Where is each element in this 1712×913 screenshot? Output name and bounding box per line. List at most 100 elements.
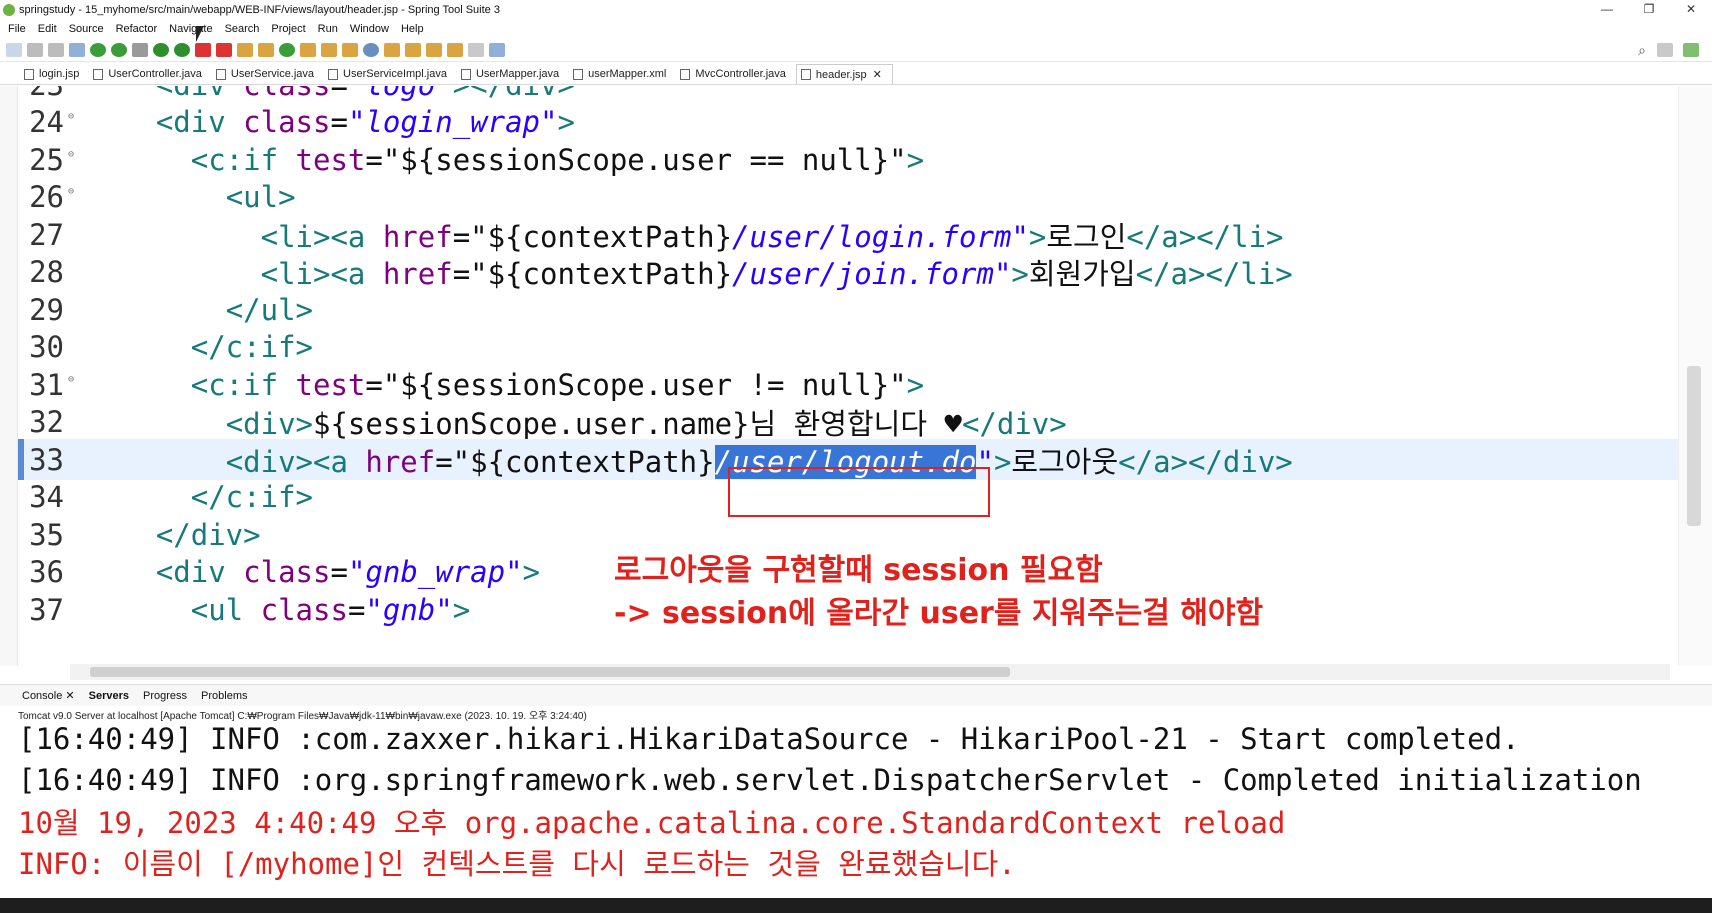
tab-userservice-java[interactable]: UserService.java: [212, 64, 324, 84]
xml-file-icon: [573, 68, 584, 80]
debug-icon[interactable]: [153, 42, 169, 57]
console-line: [16:40:49] INFO :com.zaxxer.hikari.Hikar…: [18, 721, 1520, 756]
horizontal-scrollbar[interactable]: [70, 664, 1670, 680]
scroll-thumb[interactable]: [1687, 366, 1701, 526]
line-number: 30: [29, 330, 64, 364]
prev-annotation-icon[interactable]: [405, 42, 421, 57]
next-annotation-icon[interactable]: [384, 42, 400, 57]
minimize-button[interactable]: —: [1586, 0, 1628, 18]
code-text: </c:if>: [190, 480, 313, 514]
tab-servers[interactable]: Servers: [89, 690, 129, 702]
code-line[interactable]: 24 ⊖ <div class="login_wrap">: [18, 102, 1678, 143]
save-icon[interactable]: [27, 42, 43, 57]
console-icon[interactable]: [69, 42, 85, 57]
menu-window[interactable]: Window: [345, 23, 394, 35]
tab-mvccontroller-java[interactable]: MvcController.java: [676, 64, 795, 84]
tab-usermapper-java[interactable]: UserMapper.java: [457, 64, 569, 84]
tab-problems[interactable]: Problems: [201, 690, 247, 702]
code-line[interactable]: 30 </c:if>: [18, 327, 1678, 368]
maximize-button[interactable]: ❐: [1628, 0, 1670, 18]
code-line[interactable]: 29 </ul>: [18, 289, 1678, 330]
line-number: 34: [29, 480, 64, 514]
tab-userserviceimpl-java[interactable]: UserServiceImpl.java: [324, 64, 457, 84]
open-type-icon[interactable]: [300, 42, 316, 57]
new-icon[interactable]: [6, 42, 22, 57]
menu-refactor[interactable]: Refactor: [111, 23, 163, 35]
line-number: 26 ⊖: [29, 180, 74, 214]
open-task-icon[interactable]: [321, 42, 337, 57]
code-text: <c:if test="${sessionScope.user == null}…: [190, 142, 925, 177]
code-line[interactable]: 31 ⊖ <c:if test="${sessionScope.user != n…: [18, 364, 1678, 405]
menu-edit[interactable]: Edit: [33, 23, 62, 35]
line-number: 29: [29, 292, 64, 327]
window-title: springstudy - 15_myhome/src/main/webapp/…: [19, 4, 500, 16]
tab-header-jsp[interactable]: header.jsp ✕: [795, 64, 893, 84]
last-edit-icon[interactable]: [426, 42, 442, 57]
run-icon[interactable]: [174, 42, 190, 57]
console-line: INFO: 이름이 [/myhome]인 컨텍스트를 다시 로드하는 것을 완료…: [18, 846, 1016, 881]
external-tools-icon[interactable]: [216, 42, 232, 57]
back-icon[interactable]: [447, 42, 463, 57]
code-text: <ul class="gnb">: [190, 592, 471, 627]
tab-label: userMapper.xml: [588, 68, 667, 80]
spring-perspective-icon[interactable]: [1683, 43, 1699, 57]
window-controls: — ❐ ✕: [1586, 0, 1712, 18]
tab-progress[interactable]: Progress: [143, 690, 187, 702]
console-output[interactable]: [16:40:49] INFO :com.zaxxer.hikari.Hikar…: [18, 718, 1678, 898]
console-tab-bar: Console ✕ Servers Progress Problems: [0, 684, 1712, 706]
tab-console[interactable]: Console ✕: [22, 689, 75, 702]
pin-editor-icon[interactable]: [489, 42, 505, 57]
line-number: 36: [29, 555, 64, 589]
java-file-icon: [680, 68, 691, 80]
tab-usercontroller-java[interactable]: UserController.java: [89, 64, 212, 84]
tab-login-jsp[interactable]: login.jsp: [20, 64, 89, 84]
tab-label: UserMapper.java: [475, 68, 560, 80]
search-icon[interactable]: ⌕: [1638, 42, 1646, 59]
forward-icon[interactable]: [468, 42, 484, 57]
code-line[interactable]: 26 ⊖ <ul>: [18, 177, 1678, 218]
tab-usermapper-xml[interactable]: userMapper.xml: [569, 64, 676, 84]
spring-boot-icon[interactable]: [90, 42, 106, 57]
fold-icon[interactable]: ⊖: [68, 111, 74, 122]
stop-icon[interactable]: [195, 42, 211, 57]
new-class-icon[interactable]: [279, 42, 295, 57]
jsp-file-icon: [800, 69, 811, 80]
refresh-icon[interactable]: [111, 42, 127, 57]
vertical-scrollbar[interactable]: [1678, 86, 1712, 666]
line-number: 25 ⊖: [29, 142, 74, 177]
menu-source[interactable]: Source: [64, 23, 109, 35]
fold-icon[interactable]: ⊖: [68, 149, 74, 160]
fold-icon[interactable]: ⊖: [68, 374, 74, 385]
fold-icon[interactable]: ⊖: [68, 186, 74, 197]
scroll-thumb[interactable]: [90, 667, 1010, 677]
close-button[interactable]: ✕: [1670, 0, 1712, 18]
line-number: 23: [18, 86, 68, 102]
close-tab-icon[interactable]: ✕: [873, 68, 882, 81]
java-file-icon: [328, 68, 339, 80]
code-line[interactable]: 25 ⊖ <c:if test="${sessionScope.user == n…: [18, 139, 1678, 180]
globe-icon[interactable]: [363, 42, 379, 57]
code-text: </div>: [155, 517, 261, 552]
annotation-line-1: 로그아웃을 구현할때 session 필요함: [614, 553, 1103, 588]
search-tool-icon[interactable]: [342, 42, 358, 57]
code-line[interactable]: 32 <div>${sessionScope.user.name}님 환영합니다…: [18, 402, 1678, 443]
line-number: 33: [29, 442, 64, 477]
menu-help[interactable]: Help: [396, 23, 429, 35]
menu-search[interactable]: Search: [220, 23, 265, 35]
menu-file[interactable]: File: [3, 23, 31, 35]
line-number: 27: [29, 217, 64, 252]
code-line[interactable]: 28 <li><a href="${contextPath}/user/join…: [18, 252, 1678, 293]
save-all-icon[interactable]: [48, 42, 64, 57]
overview-gutter: [0, 86, 18, 666]
code-text: <li><a href="${contextPath}/user/join.fo…: [260, 257, 1293, 291]
editor-tabs: login.jsp UserController.java UserServic…: [0, 63, 1712, 85]
code-text: <div class="login_wrap">: [155, 105, 575, 139]
menu-run[interactable]: Run: [313, 23, 343, 35]
menu-project[interactable]: Project: [266, 23, 310, 35]
code-line[interactable]: 27 <li><a href="${contextPath}/user/logi…: [18, 214, 1678, 255]
main-toolbar: ⌕: [0, 38, 1712, 62]
open-perspective-icon[interactable]: [1657, 43, 1673, 57]
skip-breakpoints-icon[interactable]: [132, 42, 148, 57]
new-package-icon[interactable]: [258, 42, 274, 57]
new-java-project-icon[interactable]: [237, 42, 253, 57]
